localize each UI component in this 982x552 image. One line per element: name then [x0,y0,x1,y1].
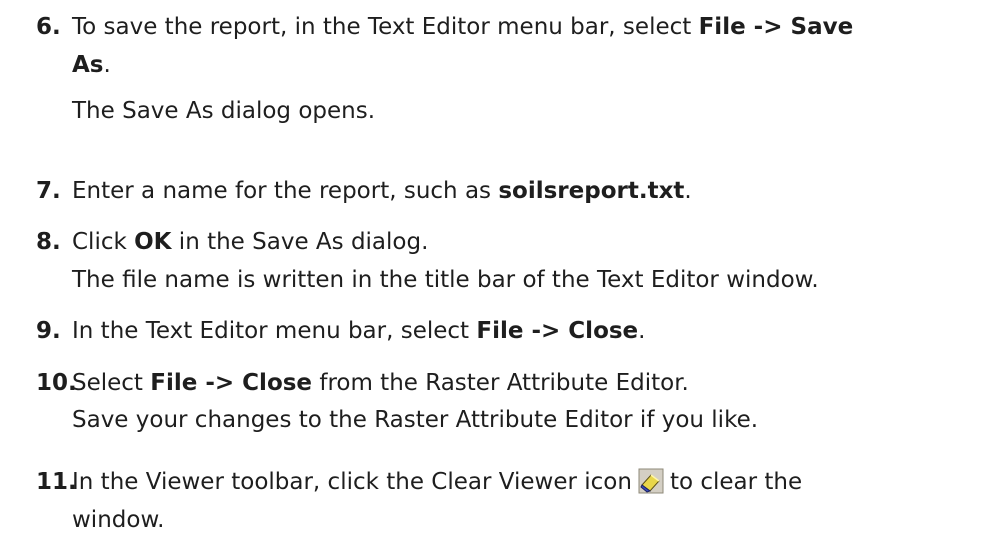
menu-path: File -> Close [476,318,639,344]
step-text: . [684,178,692,204]
step-number: 6. [36,14,61,40]
eraser-icon [638,468,664,494]
step-8-result: The file name is written in the title ba… [72,267,819,293]
step-number: 10. [36,370,77,396]
step-8-instruction: Click OK in the Save As dialog. [72,223,972,261]
step-text: Select [72,370,151,396]
step-text: to clear the [669,469,803,495]
step-10-result: Save your changes to the Raster Attribut… [72,407,759,433]
step-text: in the Save As dialog. [171,229,429,255]
step-text: from the Raster Attribute Editor. [312,370,689,396]
step-6-instruction: To save the report, in the Text Editor m… [72,8,972,84]
step-number: 8. [36,229,61,255]
step-text: In the Viewer toolbar, click the Clear V… [72,469,632,495]
step-text: . [103,52,111,78]
step-number: 9. [36,318,61,344]
step-number: 7. [36,178,61,204]
step-number: 11. [36,469,77,495]
ok-label: OK [134,229,172,255]
step-text: . [638,318,646,344]
step-text: Click [72,229,135,255]
menu-path: File -> Save [698,14,854,40]
file-name: soilsreport.txt [498,178,685,204]
step-6-result: The Save As dialog opens. [72,98,376,124]
step-11-instruction: In the Viewer toolbar, click the Clear V… [72,463,972,539]
menu-path-continued: As [72,52,104,78]
step-text: To save the report, in the Text Editor m… [72,14,699,40]
step-text: Enter a name for the report, such as [72,178,499,204]
step-text: In the Text Editor menu bar, select [72,318,477,344]
step-7-instruction: Enter a name for the report, such as soi… [72,172,972,210]
step-text: window. [72,507,165,533]
menu-path: File -> Close [150,370,313,396]
step-9-instruction: In the Text Editor menu bar, select File… [72,312,972,350]
step-10-instruction: Select File -> Close from the Raster Att… [72,364,972,402]
